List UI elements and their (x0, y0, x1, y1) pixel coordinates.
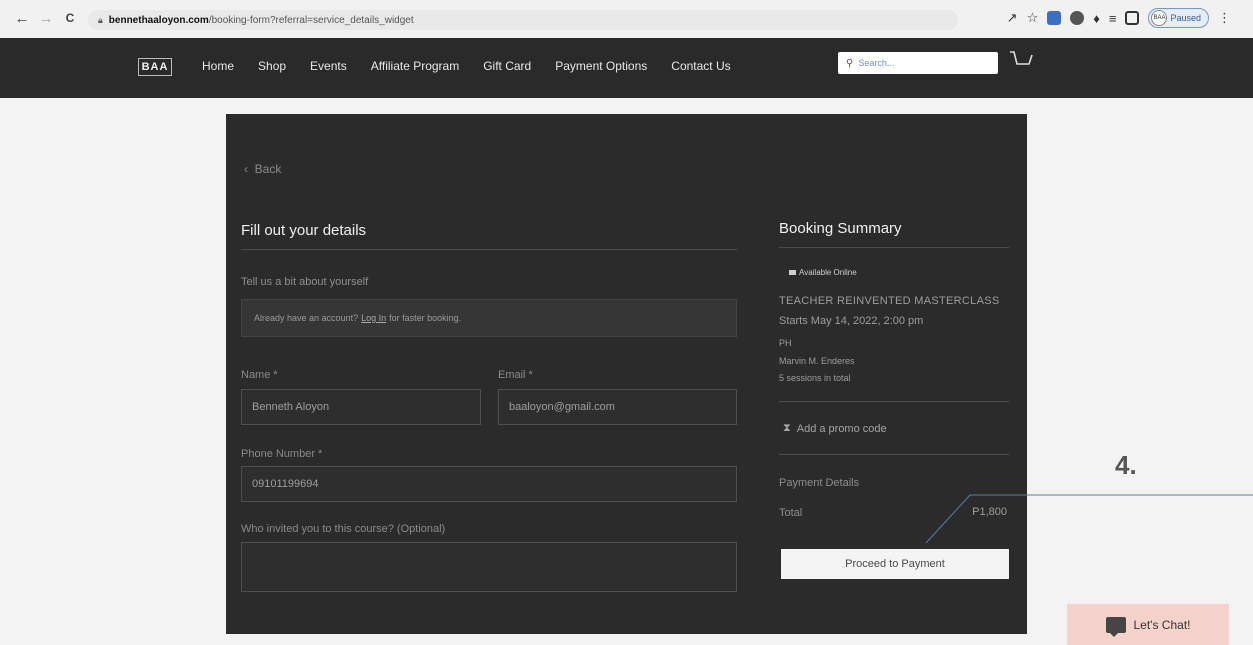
back-label: Back (254, 162, 282, 176)
divider (779, 247, 1009, 248)
name-field[interactable]: Benneth Aloyon (241, 389, 481, 425)
login-suffix: for faster booking. (389, 313, 462, 323)
back-arrow-icon[interactable]: ← (12, 10, 32, 27)
email-label: Email * (498, 369, 533, 381)
menu-icon[interactable]: ⋮ (1218, 10, 1231, 26)
course-name: TEACHER REINVENTED MASTERCLASS (779, 295, 1000, 307)
side-panel-icon[interactable] (1125, 11, 1140, 25)
profile-status: Paused (1170, 13, 1201, 23)
promo-label: Add a promo code (796, 422, 887, 435)
nav-shop[interactable]: Shop (258, 59, 286, 73)
login-prompt: Already have an account? Log In for fast… (241, 299, 737, 337)
avatar: BAA (1151, 10, 1168, 26)
divider (779, 454, 1009, 455)
chat-bubble-icon (1105, 616, 1126, 637)
divider (779, 401, 1009, 402)
course-start: Starts May 14, 2022, 2:00 pm (779, 315, 924, 327)
extension-icon[interactable] (1047, 11, 1062, 25)
profile-button[interactable]: BAA Paused (1148, 8, 1209, 28)
site-logo[interactable]: BAA (138, 58, 172, 76)
browser-toolbar: ← → C 🔒︎ bennethaaloyon.com /booking-for… (0, 0, 1253, 38)
badge-label: Available Online (799, 268, 857, 277)
site-header: BAA Home Shop Events Affiliate Program G… (0, 38, 1253, 98)
phone-label: Phone Number * (241, 448, 323, 460)
reload-icon[interactable]: C (60, 11, 80, 25)
cart-icon[interactable] (1008, 48, 1034, 72)
nav-payment-options[interactable]: Payment Options (555, 59, 647, 73)
status-badge: Available Online (789, 268, 857, 277)
search-icon: ⚲ (846, 57, 854, 69)
invited-label: Who invited you to this course? (Optiona… (241, 523, 446, 535)
nav-affiliate-program[interactable]: Affiliate Program (371, 59, 459, 73)
tag-icon: ⧗ (783, 422, 791, 434)
main-nav: Home Shop Events Affiliate Program Gift … (202, 59, 755, 73)
url-domain: bennethaaloyon.com (108, 14, 209, 26)
search-placeholder: Search... (858, 58, 895, 68)
nav-gift-card[interactable]: Gift Card (483, 59, 531, 73)
extension-icon[interactable] (1070, 11, 1085, 25)
lock-icon: 🔒︎ (98, 14, 103, 25)
address-bar[interactable]: 🔒︎ bennethaaloyon.com /booking-form?refe… (88, 10, 958, 30)
course-sessions: 5 sessions in total (779, 373, 851, 383)
summary-title: Booking Summary (779, 220, 902, 237)
chat-button[interactable]: Let's Chat! (1067, 604, 1229, 645)
chat-label: Let's Chat! (1133, 617, 1191, 632)
form-title: Fill out your details (241, 222, 367, 239)
reading-list-icon[interactable]: ≡ (1109, 11, 1117, 26)
booking-panel: ‹ Back Fill out your details Tell us a b… (226, 114, 1027, 634)
login-link[interactable]: Log In (361, 313, 386, 323)
name-label: Name * (241, 369, 278, 381)
login-prefix: Already have an account? (254, 313, 359, 323)
course-instructor: Marvin M. Enderes (779, 356, 855, 366)
nav-contact-us[interactable]: Contact Us (671, 59, 730, 73)
star-icon[interactable]: ☆ (1027, 10, 1039, 26)
promo-code-link[interactable]: ⧗ Add a promo code (783, 422, 887, 435)
invited-field[interactable] (241, 542, 737, 592)
divider (241, 249, 737, 250)
nav-home[interactable]: Home (202, 59, 234, 73)
proceed-to-payment-button[interactable]: Proceed to Payment (781, 549, 1009, 579)
nav-events[interactable]: Events (310, 59, 347, 73)
video-icon (789, 270, 796, 275)
course-location: PH (779, 338, 792, 348)
total-label: Total (779, 507, 803, 519)
phone-field[interactable]: 09101199694 (241, 466, 737, 502)
forward-arrow-icon[interactable]: → (36, 10, 56, 27)
search-input[interactable]: ⚲ Search... (838, 52, 998, 74)
url-path: /booking-form?referral=service_details_w… (208, 14, 414, 26)
extension-tray: ↗ ☆ ♦ ≡ BAA Paused ⋮ (1007, 8, 1231, 28)
annotation-number: 4. (1115, 450, 1137, 480)
total-value: P1,800 (972, 506, 1007, 518)
back-link[interactable]: ‹ Back (244, 162, 281, 176)
form-subtitle: Tell us a bit about yourself (241, 276, 369, 288)
share-icon[interactable]: ↗ (1007, 10, 1018, 26)
puzzle-icon[interactable]: ♦ (1093, 11, 1100, 26)
email-field[interactable]: baaloyon@gmail.com (498, 389, 737, 425)
payment-details-heading: Payment Details (779, 477, 860, 489)
